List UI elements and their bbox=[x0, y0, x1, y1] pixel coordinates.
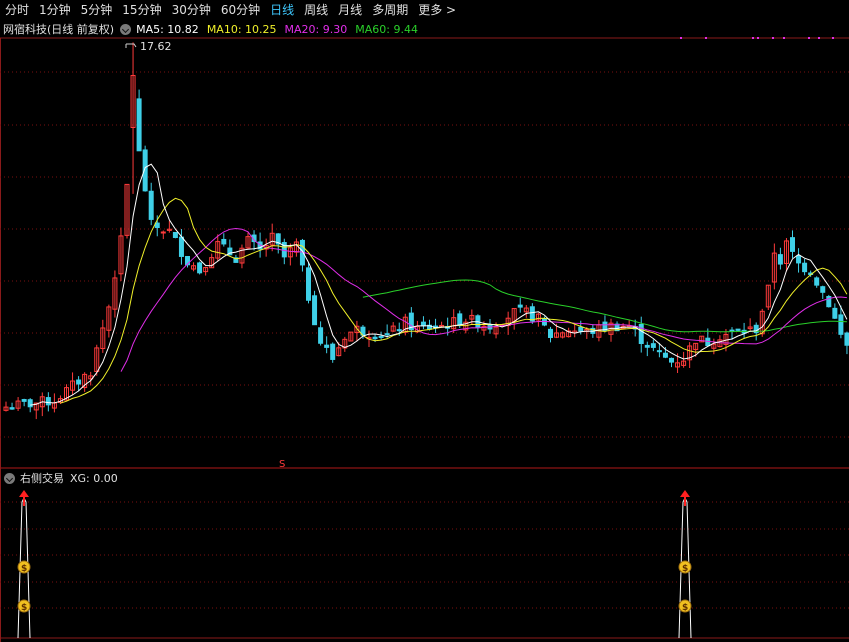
tab-9[interactable]: 多周期 bbox=[367, 0, 413, 20]
money-bag-symbol-0-0: $ bbox=[21, 564, 27, 574]
candle-body-29 bbox=[178, 236, 184, 257]
indicator-name[interactable]: 右侧交易 bbox=[20, 470, 64, 486]
period-tabs: 分时 1分钟 5分钟 15分钟 30分钟 60分钟 日线 周线 月线 多周期 更多 > bbox=[0, 0, 849, 20]
candle-body-26 bbox=[160, 231, 166, 234]
ma5-label: MA5: 10.82 bbox=[136, 22, 199, 36]
candle-body-108 bbox=[656, 350, 662, 353]
candle-body-128 bbox=[777, 254, 783, 265]
candle-body-65 bbox=[396, 329, 402, 332]
dot-marker-7 bbox=[818, 37, 820, 39]
tab-10[interactable]: 更多 > bbox=[413, 0, 461, 20]
candle-body-22 bbox=[136, 98, 142, 152]
candle-body-109 bbox=[662, 352, 668, 358]
dot-marker-5 bbox=[783, 37, 785, 39]
candle-body-1 bbox=[9, 407, 15, 410]
candle-body-53 bbox=[324, 344, 330, 348]
xg-value: XG: 0.00 bbox=[70, 471, 118, 485]
high-pointer bbox=[125, 43, 137, 48]
candle-body-3 bbox=[21, 399, 27, 402]
candle-body-50 bbox=[306, 267, 311, 301]
candle-body-90 bbox=[548, 328, 553, 338]
tab-6[interactable]: 日线 bbox=[265, 0, 299, 20]
candle-body-95 bbox=[578, 326, 584, 332]
tab-4[interactable]: 30分钟 bbox=[167, 0, 216, 20]
dot-marker-1 bbox=[705, 37, 707, 39]
candle-body-85 bbox=[517, 304, 523, 308]
ma60-label: MA60: 9.44 bbox=[355, 22, 418, 36]
money-bag-symbol-0-1: $ bbox=[21, 603, 27, 613]
kline-chart[interactable]: 17.62 S $ $ $ $ bbox=[0, 0, 849, 642]
candle-body-51 bbox=[312, 295, 318, 326]
dot-marker-2 bbox=[752, 37, 754, 39]
candle-body-138 bbox=[838, 314, 844, 335]
xg-arrow-1 bbox=[680, 490, 690, 497]
candle-body-134 bbox=[814, 277, 820, 286]
tab-1[interactable]: 1分钟 bbox=[34, 0, 76, 20]
candle-body-107 bbox=[650, 343, 656, 348]
indicator-settings-icon[interactable] bbox=[4, 472, 15, 484]
candle-body-12 bbox=[76, 379, 82, 385]
candle-body-54 bbox=[330, 343, 336, 360]
ma20-label: MA20: 9.30 bbox=[284, 22, 348, 36]
candle-body-4 bbox=[27, 399, 33, 408]
tab-3[interactable]: 15分钟 bbox=[117, 0, 166, 20]
candle-body-131 bbox=[796, 255, 802, 264]
money-bag-symbol-1-1: $ bbox=[682, 603, 688, 613]
tab-2[interactable]: 5分钟 bbox=[76, 0, 118, 20]
tab-7[interactable]: 周线 bbox=[299, 0, 333, 20]
dot-marker-0 bbox=[680, 37, 682, 39]
tab-5[interactable]: 60分钟 bbox=[216, 0, 265, 20]
candle-body-7 bbox=[45, 397, 51, 406]
dot-marker-6 bbox=[808, 37, 810, 39]
dot-marker-3 bbox=[757, 37, 759, 39]
candle-body-24 bbox=[148, 190, 154, 220]
main-legend: 网宿科技(日线 前复权) MA5: 10.82 MA10: 10.25 MA20… bbox=[0, 21, 426, 37]
dot-marker-8 bbox=[832, 37, 834, 39]
candle-body-139 bbox=[844, 332, 849, 346]
candle-body-62 bbox=[378, 335, 384, 338]
candle-body-120 bbox=[729, 329, 735, 332]
candle-body-110 bbox=[669, 357, 674, 363]
ma10-label: MA10: 10.25 bbox=[206, 22, 277, 36]
indicator-legend: 右侧交易 XG: 0.00 bbox=[0, 470, 118, 486]
candle-body-28 bbox=[172, 231, 178, 238]
dot-marker-4 bbox=[772, 37, 774, 39]
tab-0[interactable]: 分时 bbox=[0, 0, 34, 20]
candle-body-36 bbox=[221, 238, 227, 245]
candle-body-25 bbox=[154, 222, 160, 229]
candle-body-75 bbox=[457, 313, 463, 327]
candle-body-121 bbox=[735, 328, 741, 331]
candle-body-32 bbox=[197, 262, 203, 274]
signal-marker: S bbox=[279, 459, 285, 470]
candle-body-63 bbox=[384, 333, 390, 336]
stock-name[interactable]: 网宿科技(日线 前复权) bbox=[3, 21, 114, 37]
candle-body-61 bbox=[372, 336, 378, 340]
candle-body-52 bbox=[318, 327, 324, 344]
settings-circle-icon[interactable] bbox=[120, 23, 132, 35]
candle-body-132 bbox=[802, 262, 808, 273]
candle-body-69 bbox=[420, 321, 426, 327]
xg-arrow-0 bbox=[19, 490, 29, 497]
candle-body-130 bbox=[790, 237, 795, 252]
candle-body-106 bbox=[644, 344, 650, 348]
tab-8[interactable]: 月线 bbox=[333, 0, 367, 20]
candle-body-87 bbox=[529, 306, 535, 322]
money-bag-symbol-1-0: $ bbox=[682, 564, 688, 574]
high-price-label: 17.62 bbox=[140, 40, 172, 53]
candle-body-137 bbox=[832, 307, 838, 319]
candle-body-135 bbox=[820, 286, 826, 293]
